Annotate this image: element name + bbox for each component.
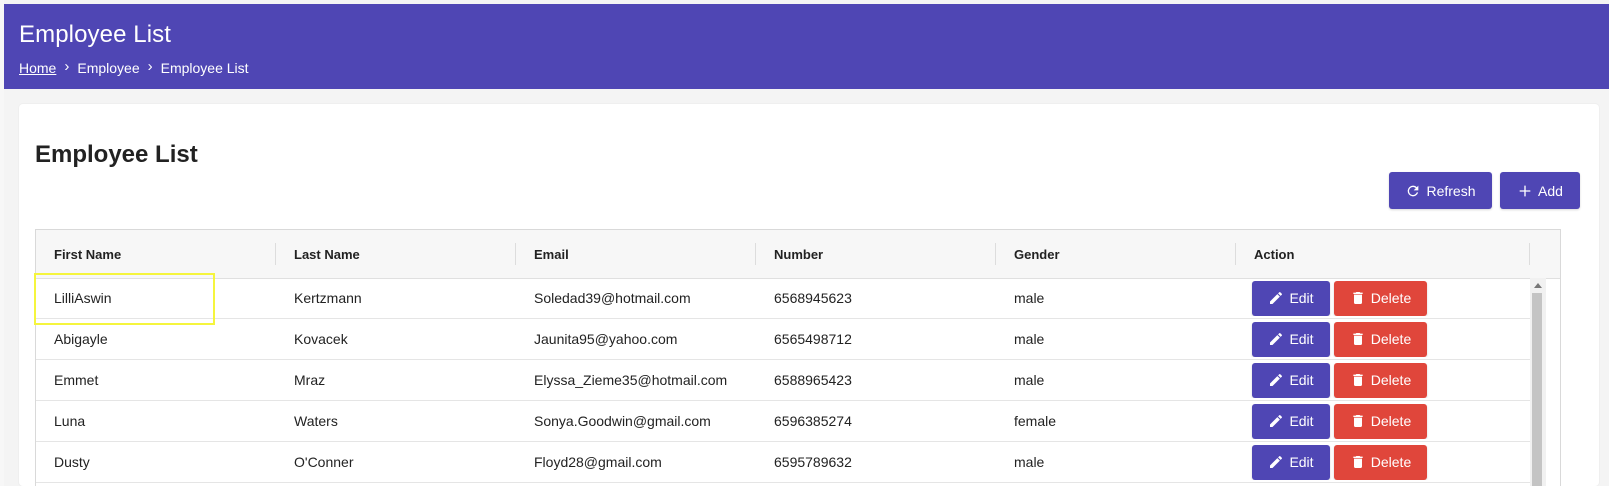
edit-label: Edit	[1289, 454, 1314, 470]
pencil-icon	[1268, 290, 1284, 306]
gender-cell[interactable]: male	[996, 290, 1236, 306]
last-name-cell[interactable]: Waters	[276, 413, 516, 429]
table-scrollbar[interactable]	[1530, 278, 1546, 486]
breadcrumb-home-link[interactable]: Home	[19, 60, 56, 76]
email-cell[interactable]: Jaunita95@yahoo.com	[516, 331, 756, 347]
refresh-button[interactable]: Refresh	[1389, 172, 1492, 209]
delete-label: Delete	[1370, 331, 1412, 347]
column-header-email[interactable]: Email	[516, 230, 756, 278]
trash-icon	[1350, 413, 1366, 429]
action-cell: Edit Delete	[1236, 280, 1490, 316]
number-cell[interactable]: 6595789632	[756, 454, 996, 470]
edit-label: Edit	[1289, 290, 1314, 306]
action-cell: Edit Delete	[1236, 403, 1490, 439]
plus-icon	[1517, 183, 1533, 199]
employee-list-card: Employee List Refresh Add First Name Las…	[19, 104, 1599, 486]
page-header-title: Employee List	[19, 21, 172, 48]
delete-button[interactable]: Delete	[1334, 362, 1427, 398]
last-name-cell[interactable]: Mraz	[276, 372, 516, 388]
employee-table: First Name Last Name Email Number Gender…	[35, 229, 1561, 486]
trash-icon	[1350, 331, 1366, 347]
breadcrumb: Home › Employee › Employee List	[19, 58, 249, 77]
table-row[interactable]: Emmet Mraz Elyssa_Zieme35@hotmail.com 65…	[36, 360, 1530, 401]
breadcrumb-current: Employee List	[160, 60, 249, 76]
page-header: Employee List Home › Employee › Employee…	[4, 4, 1609, 89]
edit-button[interactable]: Edit	[1252, 321, 1330, 357]
table-body: LilliAswin Kertzmann Soledad39@hotmail.c…	[36, 278, 1530, 483]
gender-cell[interactable]: male	[996, 331, 1236, 347]
first-name-cell[interactable]: Luna	[36, 413, 276, 429]
delete-button[interactable]: Delete	[1334, 280, 1427, 316]
add-label: Add	[1538, 182, 1563, 199]
scrollbar-thumb[interactable]	[1532, 293, 1542, 486]
number-cell[interactable]: 6568945623	[756, 290, 996, 306]
email-cell[interactable]: Floyd28@gmail.com	[516, 454, 756, 470]
edit-button[interactable]: Edit	[1252, 280, 1330, 316]
email-cell[interactable]: Sonya.Goodwin@gmail.com	[516, 413, 756, 429]
column-header-last-name[interactable]: Last Name	[276, 230, 516, 278]
gender-cell[interactable]: male	[996, 454, 1236, 470]
pencil-icon	[1268, 372, 1284, 388]
edit-button[interactable]: Edit	[1252, 403, 1330, 439]
first-name-cell[interactable]: Dusty	[36, 454, 276, 470]
table-row[interactable]: Dusty O'Conner Floyd28@gmail.com 6595789…	[36, 442, 1530, 483]
chevron-right-icon: ›	[64, 58, 70, 75]
delete-button[interactable]: Delete	[1334, 403, 1427, 439]
pencil-icon	[1268, 331, 1284, 347]
card-title: Employee List	[35, 141, 198, 169]
refresh-icon	[1405, 183, 1421, 199]
chevron-right-icon: ›	[147, 58, 153, 75]
gender-cell[interactable]: female	[996, 413, 1236, 429]
edit-label: Edit	[1289, 331, 1314, 347]
edit-button[interactable]: Edit	[1252, 444, 1330, 480]
number-cell[interactable]: 6596385274	[756, 413, 996, 429]
trash-icon	[1350, 454, 1366, 470]
pencil-icon	[1268, 413, 1284, 429]
edit-button[interactable]: Edit	[1252, 362, 1330, 398]
table-row[interactable]: Luna Waters Sonya.Goodwin@gmail.com 6596…	[36, 401, 1530, 442]
action-cell: Edit Delete	[1236, 321, 1490, 357]
table-row[interactable]: Abigayle Kovacek Jaunita95@yahoo.com 656…	[36, 319, 1530, 360]
first-name-cell[interactable]: Abigayle	[36, 331, 276, 347]
first-name-cell[interactable]: Emmet	[36, 372, 276, 388]
column-header-action: Action	[1236, 230, 1530, 278]
breadcrumb-employee: Employee	[77, 60, 140, 76]
gender-cell[interactable]: male	[996, 372, 1236, 388]
last-name-cell[interactable]: Kovacek	[276, 331, 516, 347]
delete-button[interactable]: Delete	[1334, 444, 1427, 480]
column-header-first-name[interactable]: First Name	[36, 230, 276, 278]
delete-label: Delete	[1370, 372, 1412, 388]
email-cell[interactable]: Elyssa_Zieme35@hotmail.com	[516, 372, 756, 388]
delete-button[interactable]: Delete	[1334, 321, 1427, 357]
pencil-icon	[1268, 454, 1284, 470]
first-name-cell[interactable]: LilliAswin	[36, 290, 276, 306]
table-header: First Name Last Name Email Number Gender…	[36, 230, 1560, 279]
table-row[interactable]: LilliAswin Kertzmann Soledad39@hotmail.c…	[36, 278, 1530, 319]
scroll-up-icon[interactable]	[1534, 283, 1542, 288]
refresh-label: Refresh	[1426, 182, 1476, 199]
table-toolbar: Refresh Add	[1389, 172, 1580, 209]
action-cell: Edit Delete	[1236, 362, 1490, 398]
delete-label: Delete	[1370, 454, 1412, 470]
edit-label: Edit	[1289, 372, 1314, 388]
trash-icon	[1350, 290, 1366, 306]
edit-label: Edit	[1289, 413, 1314, 429]
last-name-cell[interactable]: O'Conner	[276, 454, 516, 470]
employee-list-page: Employee List Home › Employee › Employee…	[0, 0, 1609, 486]
trash-icon	[1350, 372, 1366, 388]
last-name-cell[interactable]: Kertzmann	[276, 290, 516, 306]
column-header-gender[interactable]: Gender	[996, 230, 1236, 278]
email-cell[interactable]: Soledad39@hotmail.com	[516, 290, 756, 306]
add-button[interactable]: Add	[1500, 172, 1580, 209]
delete-label: Delete	[1370, 290, 1412, 306]
number-cell[interactable]: 6565498712	[756, 331, 996, 347]
action-cell: Edit Delete	[1236, 444, 1490, 480]
delete-label: Delete	[1370, 413, 1412, 429]
column-header-number[interactable]: Number	[756, 230, 996, 278]
number-cell[interactable]: 6588965423	[756, 372, 996, 388]
